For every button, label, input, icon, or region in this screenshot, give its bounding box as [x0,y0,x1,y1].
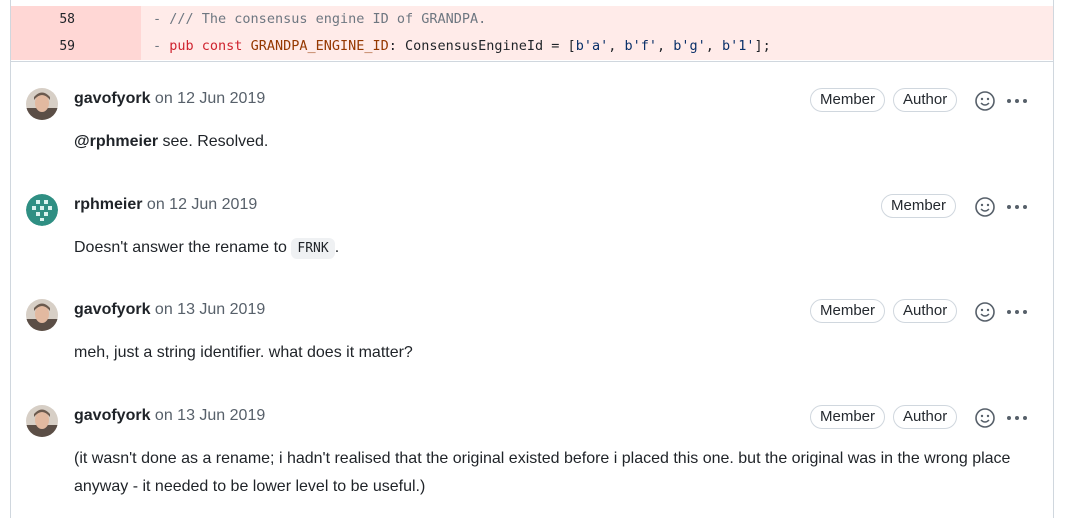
kebab-horizontal-icon [1007,416,1027,420]
code-text: ]; [754,38,771,54]
code-string: b'g' [673,38,706,54]
author-link[interactable]: gavofyork [74,90,150,107]
member-badge: Member [881,194,957,218]
author-link[interactable]: gavofyork [74,407,150,424]
comment-body: meh, just a string identifier. what does… [74,344,413,361]
comment-text: . [334,239,340,256]
comment-header: rphmeier on 12 Jun 2019 [74,196,257,214]
comment-text: Doesn't answer the rename to [74,239,292,256]
comment-header: gavofyork on 13 Jun 2019 [74,407,265,425]
comment-header: gavofyork on 12 Jun 2019 [74,90,265,108]
comment-body: @rphmeier see. Resolved. [74,128,1024,156]
code-text: : ConsensusEngineId = [ [388,38,576,54]
comment-body: Doesn't answer the rename to FRNK. [74,234,1024,263]
more-options-button[interactable] [1004,301,1030,323]
code-line: - /// The consensus engine ID of GRANDPA… [141,6,1053,33]
kebab-horizontal-icon [1007,99,1027,103]
author-link[interactable]: rphmeier [74,196,142,213]
review-thread: 58 - /// The consensus engine ID of GRAN… [10,0,1054,518]
add-reaction-button[interactable] [974,196,996,218]
comment-date[interactable]: on 13 Jun 2019 [155,301,265,318]
review-comment: gavofyork on 12 Jun 2019 Member Author @… [11,88,1053,193]
add-reaction-button[interactable] [974,407,996,429]
author-badge: Author [893,88,958,112]
smiley-icon [975,408,995,428]
comment-date[interactable]: on 12 Jun 2019 [147,196,257,213]
avatar[interactable] [26,299,58,331]
diff-line: 59 - pub const GRANDPA_ENGINE_ID: Consen… [11,33,1053,60]
diff-hunk: 58 - /// The consensus engine ID of GRAN… [11,0,1053,62]
code-string: b'1' [722,38,755,54]
more-options-button[interactable] [1004,196,1030,218]
review-comment: rphmeier on 12 Jun 2019 Member Doesn't a… [11,194,1053,299]
kebab-horizontal-icon [1007,310,1027,314]
add-reaction-button[interactable] [974,90,996,112]
comment-body: (it wasn't done as a rename; i hadn't re… [74,450,1011,495]
diff-sign: - [153,11,162,27]
member-badge: Member [810,88,886,112]
avatar[interactable] [26,405,58,437]
more-options-button[interactable] [1004,407,1030,429]
user-mention[interactable]: @rphmeier [74,133,158,150]
diff-sign: - [153,38,162,54]
diff-line: 58 - /// The consensus engine ID of GRAN… [11,6,1053,33]
review-comment: gavofyork on 13 Jun 2019 Member Author m… [11,299,1053,404]
comment-text: see. Resolved. [158,133,269,150]
code-keyword: pub const [169,38,243,54]
member-badge: Member [810,405,886,429]
add-reaction-button[interactable] [974,301,996,323]
line-number: 58 [11,6,141,33]
inline-code: FRNK [291,238,335,259]
review-comment: gavofyork on 13 Jun 2019 Member Author (… [11,405,1053,510]
smiley-icon [975,91,995,111]
author-link[interactable]: gavofyork [74,301,150,318]
smiley-icon [975,197,995,217]
member-badge: Member [810,299,886,323]
code-string: b'a' [575,38,609,54]
avatar[interactable] [26,194,58,226]
avatar[interactable] [26,88,58,120]
code-constant: GRANDPA_ENGINE_ID [250,38,389,54]
comment-date[interactable]: on 12 Jun 2019 [155,90,265,107]
comment-header: gavofyork on 13 Jun 2019 [74,301,265,319]
author-badge: Author [893,299,958,323]
code-line: - pub const GRANDPA_ENGINE_ID: Consensus… [141,33,1053,60]
kebab-horizontal-icon [1007,205,1027,209]
line-number: 59 [11,33,141,60]
comment-date[interactable]: on 13 Jun 2019 [155,407,265,424]
author-badge: Author [893,405,958,429]
code-comment: /// The consensus engine ID of GRANDPA. [169,11,487,27]
smiley-icon [975,302,995,322]
code-string: b'f' [624,38,657,54]
more-options-button[interactable] [1004,90,1030,112]
